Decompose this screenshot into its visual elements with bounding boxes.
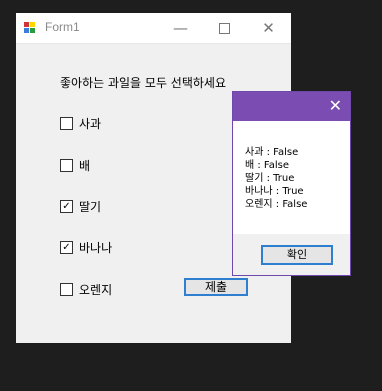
checkbox-box[interactable]: ✓	[60, 241, 73, 254]
result-line: 딸기 : True	[245, 173, 295, 184]
maximize-icon	[219, 23, 230, 34]
minimize-icon: —	[173, 19, 188, 37]
checkbox-banana[interactable]: ✓ 바나나	[60, 239, 112, 256]
result-line: 바나나 : True	[245, 186, 304, 197]
checkbox-box[interactable]	[60, 159, 73, 172]
dialog-title-bar: ✕	[233, 92, 350, 121]
checkbox-label: 오렌지	[79, 283, 113, 297]
result-line: 배 : False	[245, 160, 290, 171]
checkbox-pear[interactable]: 배	[60, 157, 90, 174]
checkbox-apple[interactable]: 사과	[60, 115, 101, 132]
checkbox-label: 바나나	[79, 241, 113, 255]
minimize-button[interactable]: —	[158, 13, 203, 43]
checkbox-strawberry[interactable]: ✓ 딸기	[60, 198, 101, 215]
dialog-footer: 확인	[233, 234, 350, 275]
checkbox-label: 사과	[79, 117, 102, 131]
window-title: Form1	[45, 20, 80, 34]
message-box: ✕ 사과 : False 배 : False 딸기 : True 바나나 : T…	[232, 91, 351, 276]
checkbox-label: 배	[79, 159, 91, 173]
close-icon[interactable]: ✕	[329, 97, 342, 115]
close-icon: ✕	[262, 19, 275, 37]
checkbox-box[interactable]	[60, 283, 73, 296]
title-bar: Form1 — ✕	[16, 13, 291, 44]
prompt-label: 좋아하는 과일을 모두 선택하세요	[60, 76, 227, 90]
ok-button[interactable]: 확인	[261, 245, 333, 265]
dialog-message: 사과 : False 배 : False 딸기 : True 바나나 : Tru…	[245, 146, 307, 211]
checkbox-box[interactable]	[60, 117, 73, 130]
close-button[interactable]: ✕	[246, 13, 291, 43]
result-line: 사과 : False	[245, 147, 299, 158]
checkbox-orange[interactable]: 오렌지	[60, 281, 112, 298]
checkbox-label: 딸기	[79, 200, 102, 214]
submit-button[interactable]: 제출	[184, 278, 248, 296]
result-line: 오렌지 : False	[245, 199, 308, 210]
checkbox-box[interactable]: ✓	[60, 200, 73, 213]
app-icon	[24, 22, 36, 34]
maximize-button[interactable]	[202, 13, 247, 43]
